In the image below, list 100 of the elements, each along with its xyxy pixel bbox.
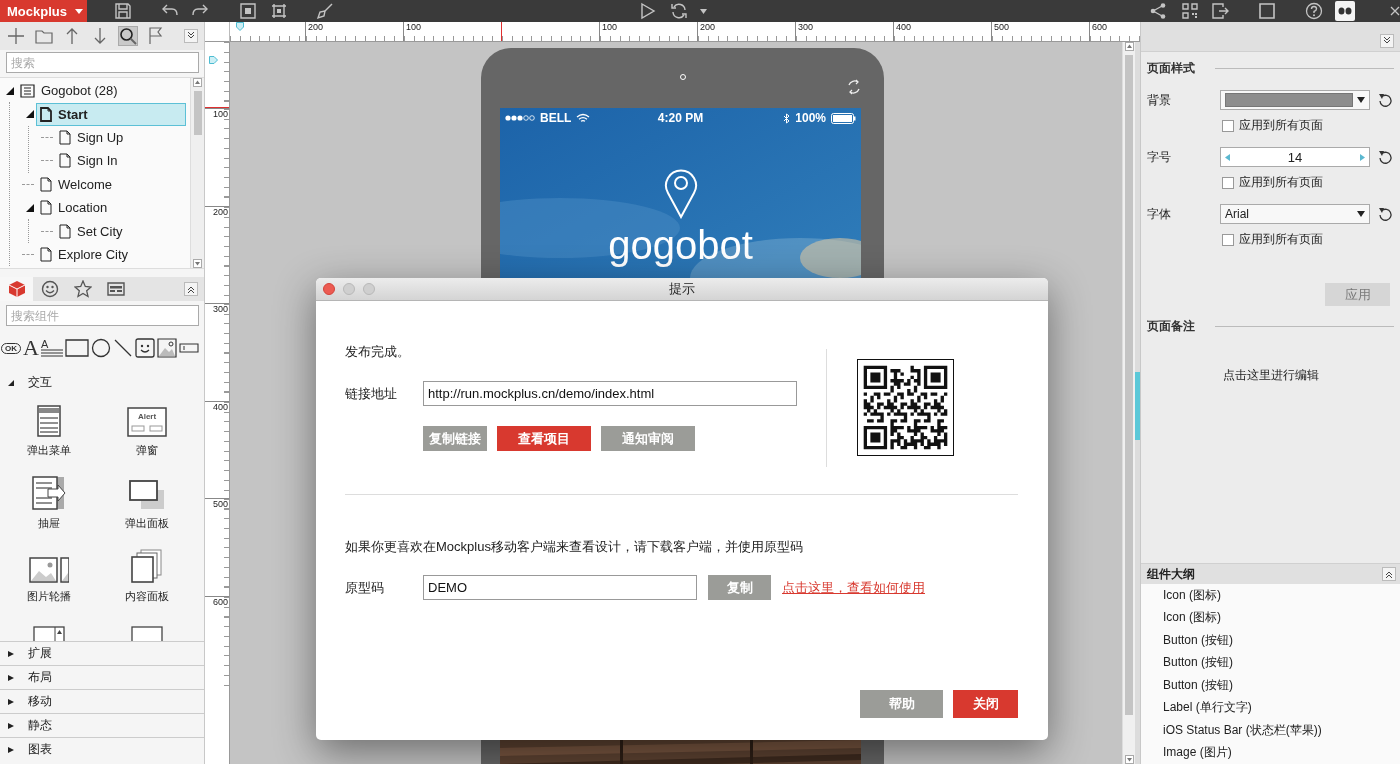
code-field[interactable]: DEMO bbox=[423, 575, 697, 600]
ruler-marker-icon[interactable] bbox=[209, 56, 218, 64]
collapse-icon[interactable] bbox=[184, 29, 198, 43]
close-button[interactable] bbox=[323, 283, 335, 295]
property-label: 字号 bbox=[1147, 148, 1172, 166]
scroll-up-icon[interactable] bbox=[1124, 42, 1134, 51]
help-icon[interactable] bbox=[1305, 2, 1323, 20]
scrollbar-thumb[interactable] bbox=[1125, 55, 1133, 715]
component-label[interactable]: 弹窗 bbox=[136, 443, 158, 457]
notes-edit-link[interactable]: 点击这里进行编辑 bbox=[1222, 367, 1319, 384]
caret-icon[interactable] bbox=[700, 8, 707, 14]
splitter-handle[interactable] bbox=[1135, 372, 1140, 440]
dialog-button[interactable]: 查看项目 bbox=[497, 426, 591, 451]
scroll-down-icon[interactable] bbox=[1124, 755, 1134, 764]
checkbox[interactable] bbox=[1222, 176, 1234, 189]
icons-tab-icon bbox=[40, 280, 59, 298]
dialog-button[interactable]: 关闭 bbox=[953, 690, 1018, 718]
scrollbar[interactable] bbox=[1122, 42, 1135, 764]
checkbox[interactable] bbox=[1222, 233, 1234, 246]
scroll-down-icon[interactable] bbox=[193, 259, 202, 268]
expand-toggle-icon[interactable] bbox=[8, 379, 14, 386]
collapse-icon[interactable] bbox=[1380, 34, 1394, 48]
rectangle-tool-icon[interactable] bbox=[64, 339, 89, 357]
tree-item[interactable]: Set City bbox=[55, 219, 186, 243]
expand-toggle-icon[interactable] bbox=[8, 746, 14, 753]
tree-item[interactable]: Sign Up bbox=[55, 125, 186, 149]
component-label[interactable]: 图片轮播 bbox=[27, 589, 71, 603]
frame-icon[interactable] bbox=[270, 2, 288, 20]
tree-item[interactable]: Gogobot (28) bbox=[16, 79, 186, 103]
refresh-icon[interactable] bbox=[670, 2, 688, 20]
avatar-icon[interactable] bbox=[1335, 1, 1355, 21]
wifi-icon bbox=[576, 113, 591, 123]
reset-icon[interactable] bbox=[1378, 206, 1393, 222]
qr-code-icon[interactable] bbox=[1181, 2, 1199, 20]
scrollbar-thumb[interactable] bbox=[193, 91, 202, 135]
ruler-marker-icon[interactable] bbox=[236, 22, 244, 31]
input-tool-icon[interactable] bbox=[178, 343, 199, 353]
emoji-tool-icon[interactable] bbox=[134, 338, 155, 358]
reset-icon[interactable] bbox=[1378, 149, 1393, 165]
tree-item[interactable]: Start bbox=[36, 102, 186, 126]
tree-item[interactable]: Sign In bbox=[55, 149, 186, 173]
save-icon[interactable] bbox=[114, 2, 132, 20]
scrollbar[interactable] bbox=[190, 78, 204, 268]
expand-toggle-icon[interactable] bbox=[26, 203, 34, 212]
line-tool-icon[interactable] bbox=[112, 338, 133, 358]
ruler-label: 100 bbox=[212, 109, 228, 119]
search-field[interactable]: 搜索 bbox=[6, 52, 199, 73]
image-tool-icon[interactable] bbox=[156, 338, 177, 358]
url-field[interactable]: http://run.mockplus.cn/demo/index.html bbox=[423, 381, 797, 406]
expand-toggle-icon[interactable] bbox=[8, 650, 14, 657]
add-icon[interactable] bbox=[7, 27, 25, 45]
collapse-icon[interactable] bbox=[184, 282, 198, 296]
collapse-icon[interactable] bbox=[1382, 567, 1396, 581]
expand-toggle-icon[interactable] bbox=[26, 110, 34, 119]
font-dropdown[interactable]: Arial bbox=[1220, 204, 1370, 224]
rotate-icon[interactable] bbox=[846, 79, 862, 95]
flag-icon[interactable] bbox=[147, 27, 165, 45]
outline-item[interactable]: Button (按钮) bbox=[1141, 651, 1400, 674]
masters-tab-icon bbox=[106, 280, 125, 298]
ellipse-tool-icon[interactable] bbox=[90, 338, 111, 358]
text-tool[interactable]: A bbox=[23, 336, 39, 360]
paragraph-tool[interactable]: A bbox=[40, 339, 63, 357]
component-label[interactable]: 弹出菜单 bbox=[27, 443, 71, 457]
outline-item[interactable]: Button (按钮) bbox=[1141, 629, 1400, 652]
expand-toggle-icon[interactable] bbox=[6, 86, 14, 95]
component-label[interactable]: 抽屉 bbox=[38, 516, 60, 530]
square-icon[interactable] bbox=[1258, 2, 1276, 20]
outline-item[interactable]: Label (单行文字) bbox=[1141, 696, 1400, 719]
expand-toggle-icon[interactable] bbox=[8, 722, 14, 729]
reset-icon[interactable] bbox=[1378, 92, 1393, 108]
app-menu-button[interactable]: Mockplus bbox=[0, 0, 87, 22]
brush-icon[interactable] bbox=[316, 2, 334, 20]
outline-item[interactable]: iOS Status Bar (状态栏(苹果)) bbox=[1141, 719, 1400, 742]
outline-item[interactable]: Button (按钮) bbox=[1141, 674, 1400, 697]
image-carousel-icon bbox=[29, 557, 69, 583]
property-label: 背景 bbox=[1147, 91, 1172, 109]
scroll-up-icon[interactable] bbox=[193, 78, 202, 87]
color-dropdown[interactable] bbox=[1220, 90, 1370, 110]
component-label[interactable]: 弹出面板 bbox=[125, 516, 169, 530]
export-icon[interactable] bbox=[1211, 2, 1229, 20]
time-label: 4:20 PM bbox=[657, 111, 704, 125]
play-icon[interactable] bbox=[638, 2, 656, 20]
project-icon bbox=[20, 83, 35, 98]
component-label[interactable]: 内容面板 bbox=[125, 589, 169, 603]
outline-item[interactable]: Icon (图标) bbox=[1141, 606, 1400, 629]
help-link[interactable]: 点击这里，查看如何使用 bbox=[782, 578, 925, 597]
tree-item[interactable]: Explore City bbox=[36, 242, 186, 266]
tree-item[interactable]: Welcome bbox=[36, 172, 186, 196]
search-field[interactable]: 搜索组件 bbox=[6, 305, 199, 326]
share-icon[interactable] bbox=[1149, 2, 1167, 20]
ruler-label: 100 bbox=[602, 22, 618, 32]
outline-item[interactable]: Image (图片) bbox=[1141, 741, 1400, 764]
expand-toggle-icon[interactable] bbox=[8, 674, 14, 681]
expand-toggle-icon[interactable] bbox=[8, 698, 14, 705]
tree-item[interactable]: Location bbox=[36, 196, 186, 220]
close-icon[interactable] bbox=[1390, 6, 1400, 16]
search-icon[interactable] bbox=[119, 27, 137, 45]
outline-item[interactable]: Icon (图标) bbox=[1141, 584, 1400, 607]
frame-icon[interactable] bbox=[239, 2, 257, 20]
checkbox[interactable] bbox=[1222, 119, 1234, 132]
